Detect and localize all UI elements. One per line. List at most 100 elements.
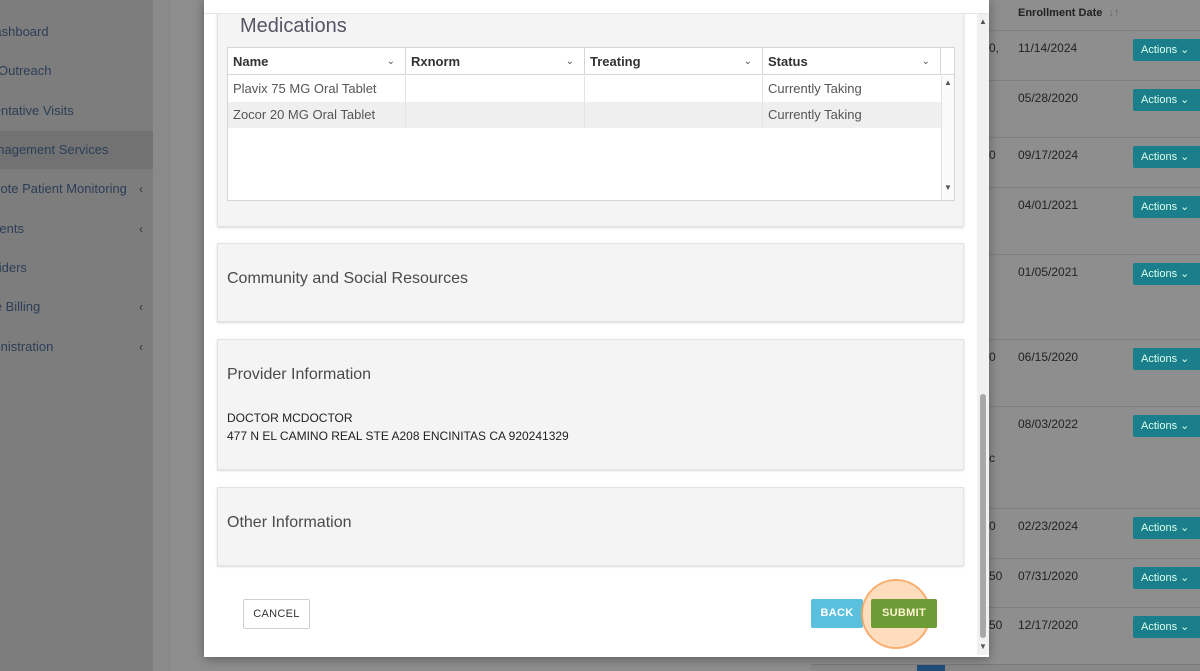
actions-label: Actions	[1141, 522, 1178, 534]
cell-treating	[585, 102, 763, 128]
scroll-down-icon[interactable]: ▼	[979, 642, 987, 651]
sidebar-item-remote-patient-monitoring[interactable]: Remote Patient Monitoring ‹	[0, 170, 153, 208]
column-header-label: Status	[768, 54, 808, 69]
scroll-down-icon[interactable]: ▼	[944, 183, 952, 192]
section-title: Other Information	[227, 514, 352, 531]
table-row: 0 09/17/2024 Actions ⌄	[989, 137, 1200, 187]
sidebar-item-label: Preventative Visits	[0, 103, 74, 118]
cell-fragment: 0,	[989, 41, 1000, 55]
actions-label: Actions	[1141, 268, 1178, 280]
scroll-up-icon[interactable]: ▲	[944, 78, 952, 87]
enrollment-date-cell: 01/05/2021	[1018, 265, 1079, 279]
actions-label: Actions	[1141, 353, 1178, 365]
column-header-treating[interactable]: Treating ⌄	[585, 48, 763, 75]
column-header-label: Enrollment Date	[1018, 7, 1103, 19]
actions-label: Actions	[1141, 44, 1178, 56]
actions-button[interactable]: Actions ⌄	[1133, 415, 1200, 437]
chevron-down-icon: ⌄	[1177, 94, 1190, 106]
scroll-up-icon[interactable]: ▲	[979, 17, 987, 26]
chevron-down-icon[interactable]: ⌄	[387, 48, 395, 75]
column-header-rxnorm[interactable]: Rxnorm ⌄	[406, 48, 585, 75]
scrollbar-thumb[interactable]	[980, 394, 986, 638]
sidebar-item-label: Chronic Care Management Services	[0, 142, 109, 157]
chevron-left-icon: ‹	[139, 222, 143, 236]
cell-fragment: c	[989, 451, 995, 465]
sort-icon[interactable]: ↓↑	[1108, 7, 1119, 19]
chevron-left-icon: ‹	[139, 300, 143, 314]
cell-fragment: 0	[989, 148, 996, 162]
pagination	[811, 664, 1200, 671]
column-header-name[interactable]: Name ⌄	[228, 48, 406, 75]
chevron-down-icon: ⌄	[1177, 420, 1190, 432]
pagination-current-page[interactable]	[917, 665, 945, 671]
actions-button[interactable]: Actions ⌄	[1133, 517, 1200, 539]
actions-button[interactable]: Actions ⌄	[1133, 616, 1200, 638]
sidebar-item-label: Practice Billing	[0, 299, 41, 314]
chevron-down-icon: ⌄	[1177, 572, 1190, 584]
submit-button[interactable]: SUBMIT	[871, 599, 937, 628]
sidebar-gutter	[153, 0, 171, 671]
cell-treating	[585, 76, 763, 102]
sidebar-item-label: Patients	[0, 221, 24, 236]
medications-grid: Name ⌄ Rxnorm ⌄ Treating ⌄ Status ⌄ Plavix 7…	[227, 47, 955, 201]
cancel-button[interactable]: CANCEL	[243, 599, 310, 629]
actions-label: Actions	[1141, 94, 1178, 106]
actions-button[interactable]: Actions ⌄	[1133, 348, 1200, 370]
column-header-status[interactable]: Status ⌄	[763, 48, 941, 75]
sidebar-item-providers[interactable]: Providers	[0, 249, 153, 287]
cell-status: Currently Taking	[768, 107, 862, 122]
table-row[interactable]: Zocor 20 MG Oral Tablet Currently Taking	[228, 102, 941, 128]
chevron-down-icon: ⌄	[1177, 44, 1190, 56]
modal-body: Medications Name ⌄ Rxnorm ⌄ Treating ⌄ Stat…	[204, 0, 977, 657]
actions-label: Actions	[1141, 572, 1178, 584]
modal-header-strip	[204, 0, 989, 14]
section-title: Community and Social Resources	[227, 270, 468, 287]
chevron-down-icon[interactable]: ⌄	[566, 48, 574, 75]
cell-rxnorm	[406, 102, 585, 128]
sidebar-item-patients[interactable]: Patients ‹	[0, 210, 153, 248]
enrollment-date-column-header[interactable]: Enrollment Date ↓↑	[1018, 7, 1119, 19]
sidebar-item-label: Dashboard	[0, 24, 49, 39]
table-row: 01/05/2021 Actions ⌄	[989, 254, 1200, 339]
cell-fragment: 50	[989, 569, 1003, 583]
sidebar-item-dashboard[interactable]: Dashboard	[0, 13, 153, 51]
actions-label: Actions	[1141, 420, 1178, 432]
actions-button[interactable]: Actions ⌄	[1133, 196, 1200, 218]
medications-section: Medications Name ⌄ Rxnorm ⌄ Treating ⌄ Stat…	[217, 8, 964, 227]
actions-button[interactable]: Actions ⌄	[1133, 263, 1200, 285]
chevron-left-icon: ‹	[139, 340, 143, 354]
chevron-down-icon: ⌄	[1177, 201, 1190, 213]
back-button[interactable]: BACK	[811, 599, 863, 628]
sidebar-item-administration[interactable]: Administration ‹	[0, 328, 153, 366]
care-plan-modal: Medications Name ⌄ Rxnorm ⌄ Treating ⌄ Stat…	[204, 0, 989, 657]
sidebar-item-preventative-visits[interactable]: Preventative Visits	[0, 92, 153, 130]
actions-button[interactable]: Actions ⌄	[1133, 146, 1200, 168]
chevron-down-icon[interactable]: ⌄	[744, 48, 752, 75]
table-row: 50 07/31/2020 Actions ⌄	[989, 558, 1200, 607]
cell-name: Plavix 75 MG Oral Tablet	[228, 76, 406, 102]
actions-button[interactable]: Actions ⌄	[1133, 89, 1200, 111]
actions-button[interactable]: Actions ⌄	[1133, 567, 1200, 589]
modal-scrollbar[interactable]: ▲ ▼	[977, 14, 989, 655]
table-row: 0 02/23/2024 Actions ⌄	[989, 508, 1200, 558]
table-row[interactable]: Plavix 75 MG Oral Tablet Currently Takin…	[228, 76, 941, 102]
grid-scrollbar[interactable]: ▲ ▼	[941, 76, 954, 200]
sidebar-item-annual-visit-outreach[interactable]: Annual Visit Outreach	[0, 52, 153, 90]
sidebar-item-chronic-care-management[interactable]: Chronic Care Management Services	[0, 131, 153, 169]
chevron-down-icon: ⌄	[1177, 353, 1190, 365]
sidebar: Dashboard Annual Visit Outreach Preventa…	[0, 0, 153, 671]
table-row: 50 12/17/2020 Actions ⌄	[989, 607, 1200, 657]
provider-information-section: Provider Information DOCTOR MCDOCTOR 477…	[217, 339, 964, 470]
chevron-down-icon: ⌄	[1177, 522, 1190, 534]
community-resources-section: Community and Social Resources	[217, 243, 964, 322]
cell-rxnorm	[406, 76, 585, 102]
provider-name: DOCTOR MCDOCTOR	[227, 411, 353, 425]
sidebar-item-practice-billing[interactable]: Practice Billing ‹	[0, 288, 153, 326]
chevron-down-icon[interactable]: ⌄	[922, 48, 930, 75]
actions-button[interactable]: Actions ⌄	[1133, 39, 1200, 61]
table-row: 04/01/2021 Actions ⌄	[989, 187, 1200, 254]
enrollment-date-cell: 06/15/2020	[1018, 350, 1079, 364]
actions-label: Actions	[1141, 201, 1178, 213]
column-header-label: Treating	[590, 54, 641, 69]
sidebar-item-label: Remote Patient Monitoring	[0, 181, 127, 196]
